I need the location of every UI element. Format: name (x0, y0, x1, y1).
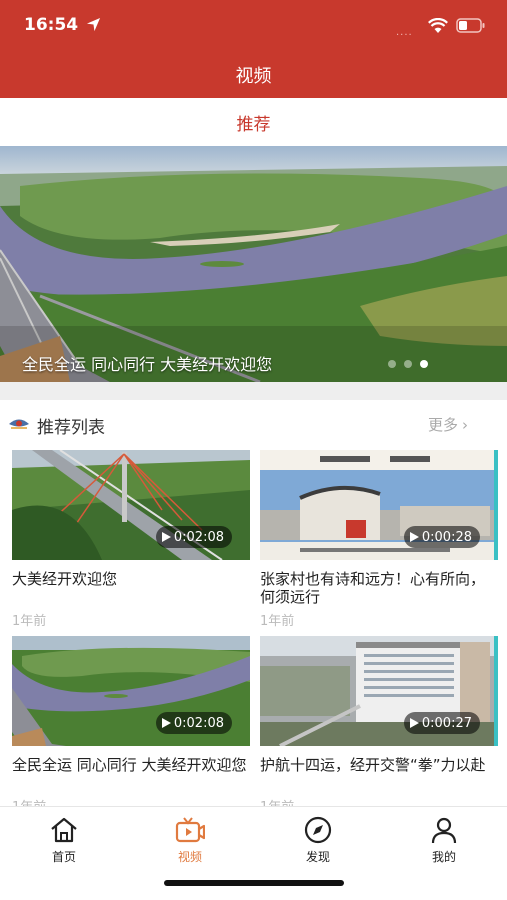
nav-label: 视频 (177, 850, 202, 864)
eye-logo-icon (9, 419, 29, 429)
recommend-list-header: 推荐列表 更多 › (0, 400, 507, 446)
duration-text: 0:00:27 (421, 715, 472, 731)
banner-caption: 全民全运 同心同行 大美经开欢迎您 (22, 355, 273, 374)
page-title: 视频 (235, 66, 272, 87)
duration-text: 0:02:08 (173, 715, 224, 731)
video-card[interactable]: 0:00:27 护航十四运，经开交警“拳”力以赴 1年前 (260, 636, 498, 815)
video-thumbnail[interactable]: 0:00:27 (260, 636, 498, 746)
duration-badge: 0:02:08 (155, 712, 232, 734)
home-icon (51, 817, 77, 843)
video-age: 1年前 (260, 614, 295, 629)
battery-icon (456, 18, 485, 33)
banner-carousel[interactable]: 全民全运 同心同行 大美经开欢迎您 (0, 146, 507, 382)
video-title[interactable]: 张家村也有诗和远方！心有所向，何须远行 (260, 570, 498, 606)
video-thumbnail[interactable]: 0:02:08 (12, 450, 250, 560)
play-icon (409, 532, 419, 542)
more-link[interactable]: 更多 › (428, 414, 468, 435)
play-icon (161, 532, 171, 542)
video-thumbnail[interactable]: 0:02:08 (12, 636, 250, 746)
carousel-dot[interactable] (404, 360, 412, 368)
carousel-dot-active[interactable] (420, 360, 428, 368)
category-tab-bar: 推荐 (0, 98, 507, 146)
carousel-dot[interactable] (388, 360, 396, 368)
nav-label: 发现 (305, 850, 330, 864)
duration-badge: 0:00:27 (403, 712, 480, 734)
nav-label: 我的 (431, 850, 456, 864)
location-arrow-icon (86, 17, 101, 32)
wifi-icon (428, 18, 448, 33)
tv-icon (175, 817, 205, 843)
video-title[interactable]: 大美经开欢迎您 (12, 570, 250, 606)
banner-image (0, 146, 507, 382)
nav-item-home[interactable]: 首页 (34, 815, 94, 865)
video-title[interactable]: 护航十四运，经开交警“拳”力以赴 (260, 756, 498, 792)
home-indicator (164, 880, 344, 886)
duration-text: 0:00:28 (421, 529, 472, 545)
video-title[interactable]: 全民全运 同心同行 大美经开欢迎您 (12, 756, 250, 792)
tab-recommend[interactable]: 推荐 (0, 110, 507, 135)
status-time: 16:54 (24, 15, 79, 35)
more-link-label: 更多 (428, 416, 459, 434)
status-bar: 16:54 .... (0, 0, 507, 50)
section-divider (0, 382, 507, 400)
carousel-indicator (388, 360, 428, 368)
video-card[interactable]: 0:02:08 大美经开欢迎您 1年前 (12, 450, 250, 629)
duration-badge: 0:02:08 (155, 526, 232, 548)
duration-text: 0:02:08 (173, 529, 224, 545)
nav-label: 首页 (51, 850, 76, 864)
video-age: 1年前 (12, 614, 47, 629)
chevron-right-icon: › (462, 416, 469, 434)
compass-icon (304, 816, 332, 844)
play-icon (409, 718, 419, 728)
video-card[interactable]: 0:00:28 张家村也有诗和远方！心有所向，何须远行 1年前 (260, 450, 498, 629)
nav-item-mine[interactable]: 我的 (414, 815, 474, 865)
section-title: 推荐列表 (37, 418, 105, 438)
play-icon (161, 718, 171, 728)
video-card[interactable]: 0:02:08 全民全运 同心同行 大美经开欢迎您 1年前 (12, 636, 250, 815)
app-header: 16:54 .... 视频 (0, 0, 507, 98)
person-icon (431, 817, 457, 844)
nav-item-video[interactable]: 视频 (160, 815, 220, 865)
signal-icon: .... (396, 27, 413, 38)
duration-badge: 0:00:28 (403, 526, 480, 548)
nav-item-discover[interactable]: 发现 (288, 815, 348, 865)
video-thumbnail[interactable]: 0:00:28 (260, 450, 498, 560)
